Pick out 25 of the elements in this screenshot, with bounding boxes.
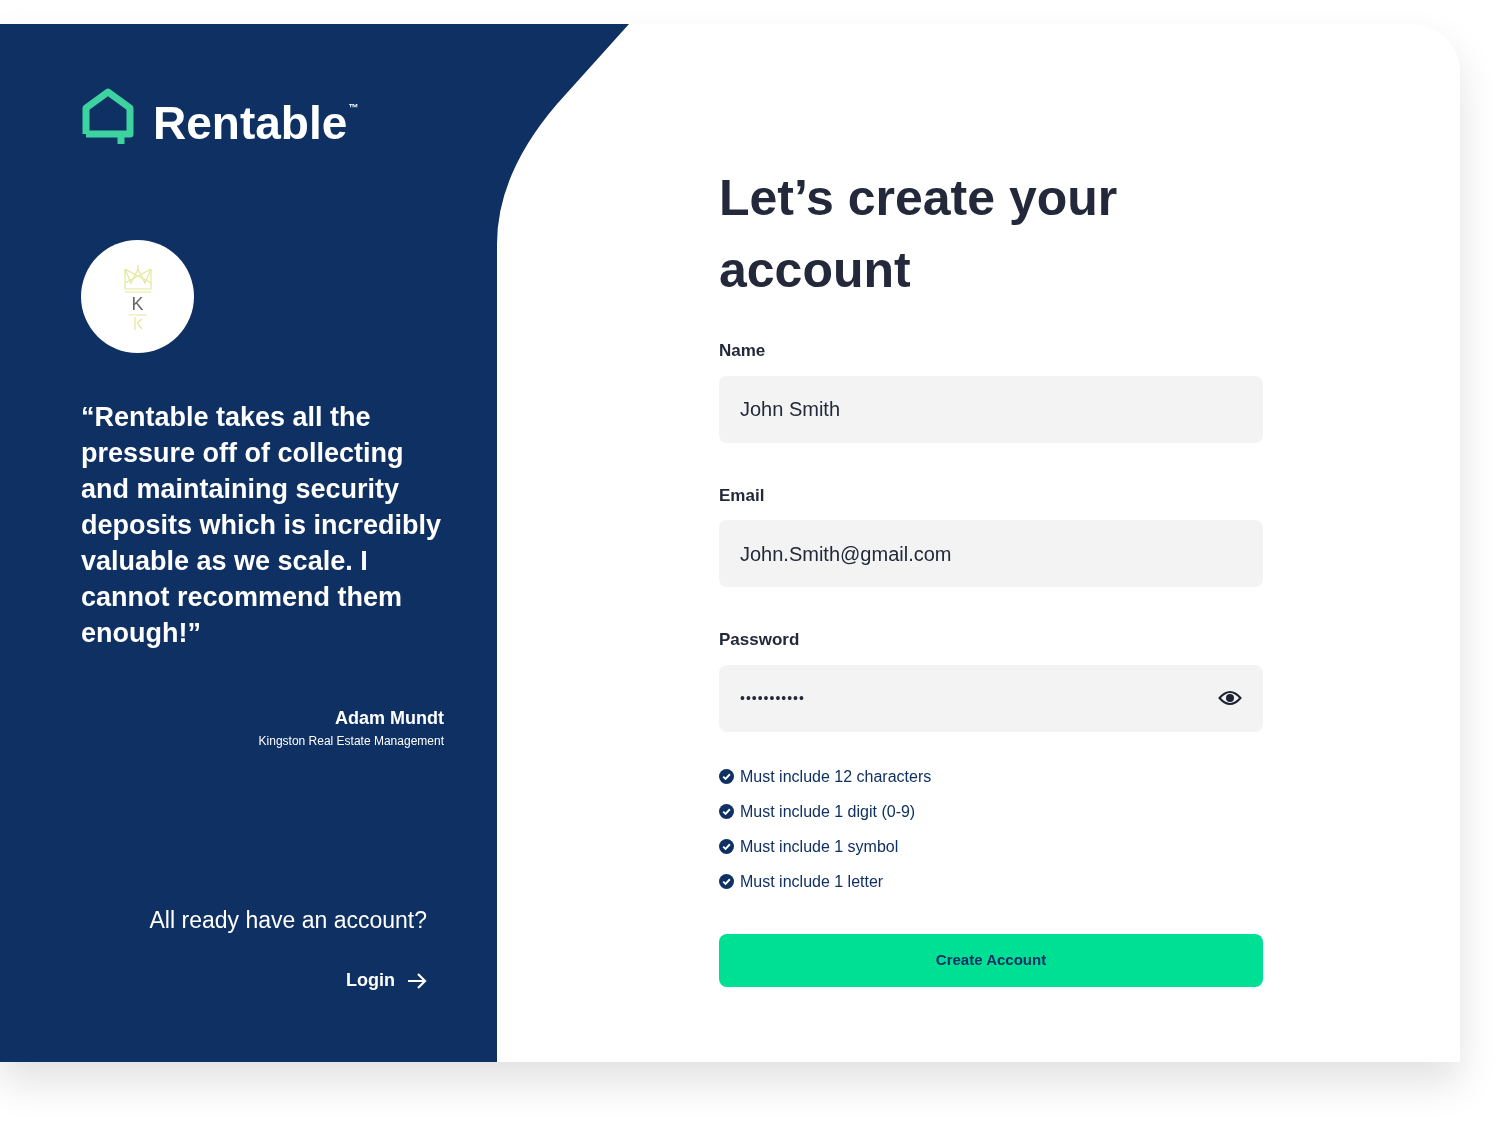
requirement-text: Must include 12 characters xyxy=(740,766,932,787)
input-field[interactable]: John.Smith@gmail.com xyxy=(719,520,1263,587)
field-label: Name xyxy=(719,340,767,362)
input-field[interactable]: John Smith xyxy=(719,375,1263,443)
requirement-text: Must include 1 digit (0-9) xyxy=(740,801,916,822)
house-logo-icon xyxy=(81,88,137,146)
requirement-text: Must include 1 symbol xyxy=(740,836,899,857)
arrow-right-icon xyxy=(407,972,427,989)
password-field[interactable]: ••••••••••• xyxy=(719,664,1263,732)
create-account-button[interactable]: Create Account xyxy=(719,933,1263,987)
eye-icon[interactable] xyxy=(1218,689,1242,707)
brand-name: Rentable xyxy=(153,100,348,146)
field-label: Password xyxy=(719,629,801,651)
login-prompt: All ready have an account? xyxy=(149,905,427,935)
logo-letter: K xyxy=(131,294,144,313)
author-company: Kingston Real Estate Management xyxy=(258,733,444,750)
requirement-text: Must include 1 letter xyxy=(740,871,884,892)
field-label: Email xyxy=(719,484,766,507)
login-link[interactable]: Login xyxy=(346,967,427,994)
testimonial-quote: “Rentable takes all the pressure off of collecting and maintaining security deposits which is incredibly valuable as we scale. I cannot recommend them enough!” xyxy=(81,401,443,650)
form-title: Let’s create your account xyxy=(719,169,1119,300)
author-name: Adam Mundt xyxy=(335,707,444,730)
crown-icon xyxy=(122,262,153,295)
monogram-icon xyxy=(126,312,149,331)
trademark-mark: ™ xyxy=(348,101,359,115)
